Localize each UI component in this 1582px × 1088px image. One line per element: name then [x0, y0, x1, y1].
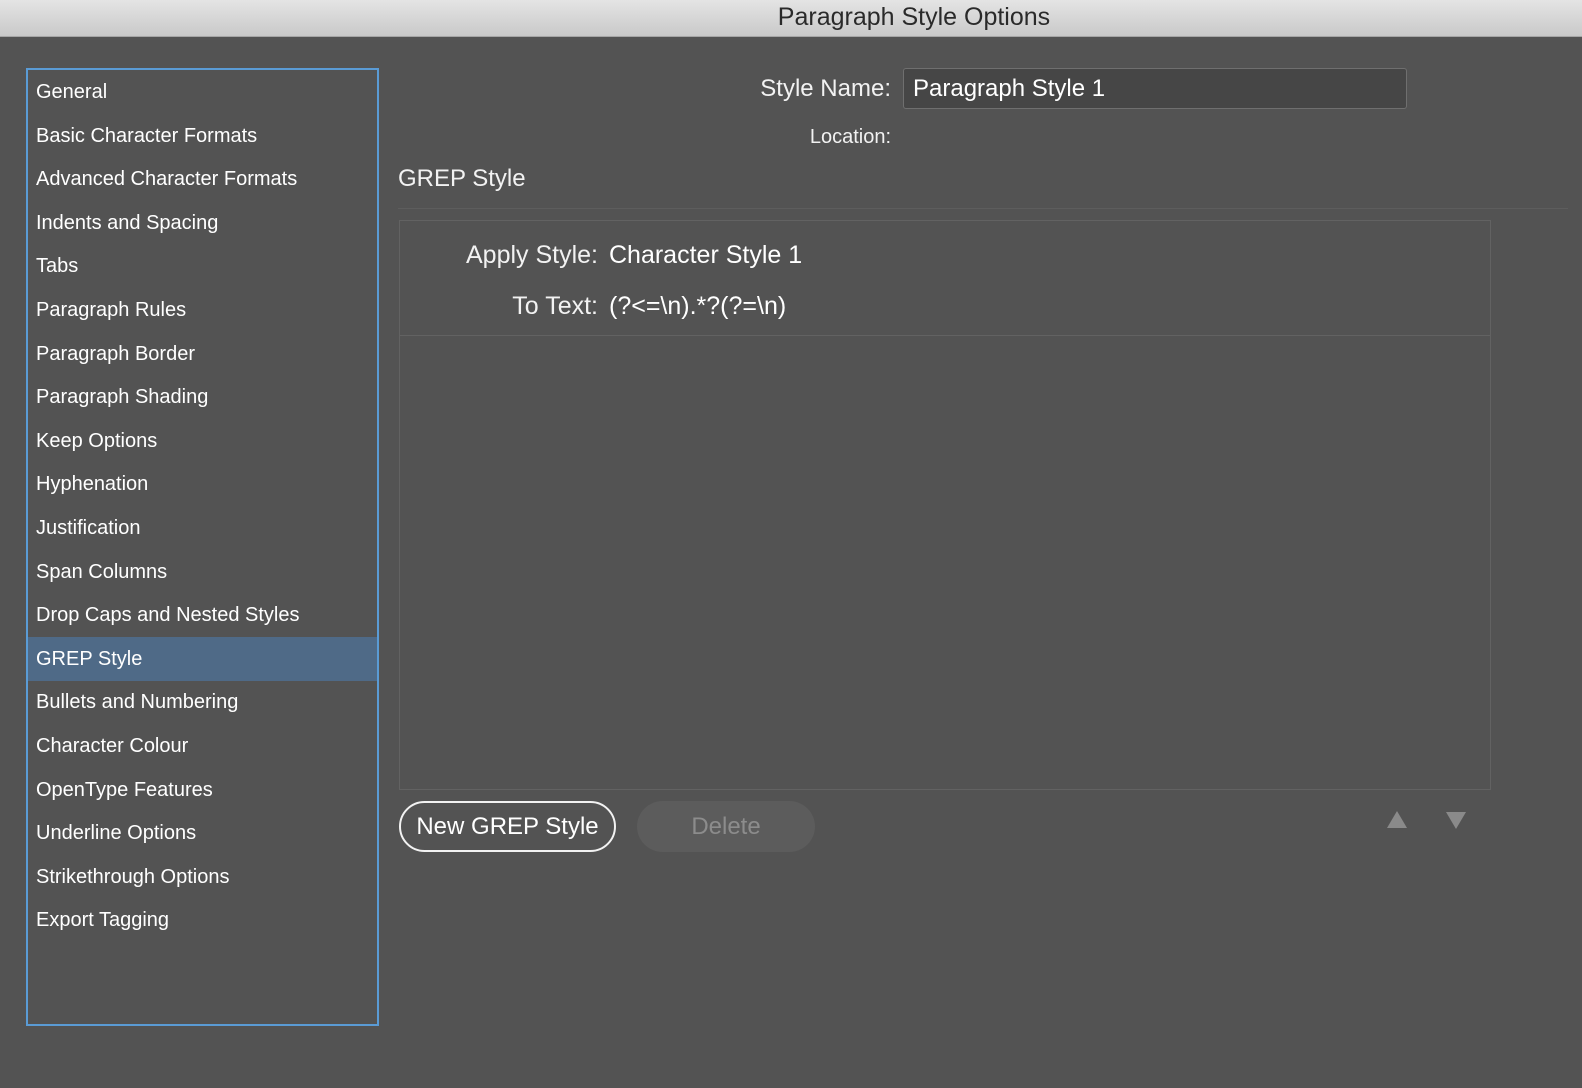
sidebar-item-basic-character-formats[interactable]: Basic Character Formats — [28, 114, 377, 158]
sidebar-item-tabs[interactable]: Tabs — [28, 244, 377, 288]
sidebar-item-paragraph-shading[interactable]: Paragraph Shading — [28, 375, 377, 419]
sidebar-item-grep-style[interactable]: GREP Style — [28, 637, 377, 681]
category-list[interactable]: General Basic Character Formats Advanced… — [26, 68, 379, 1026]
apply-style-value[interactable]: Character Style 1 — [609, 238, 802, 272]
apply-style-label: Apply Style: — [465, 241, 598, 269]
to-text-label: To Text: — [512, 292, 598, 320]
sidebar-item-paragraph-rules[interactable]: Paragraph Rules — [28, 288, 377, 332]
sidebar-item-export-tagging[interactable]: Export Tagging — [28, 898, 377, 942]
new-grep-style-button[interactable]: New GREP Style — [399, 801, 616, 852]
delete-button[interactable]: Delete — [637, 801, 815, 852]
triangle-up-icon[interactable] — [1384, 809, 1410, 831]
sidebar-item-span-columns[interactable]: Span Columns — [28, 550, 377, 594]
sidebar-item-justification[interactable]: Justification — [28, 506, 377, 550]
section-divider — [398, 208, 1568, 209]
sidebar-item-advanced-character-formats[interactable]: Advanced Character Formats — [28, 157, 377, 201]
sidebar-item-hyphenation[interactable]: Hyphenation — [28, 462, 377, 506]
to-text-value[interactable]: (?<=\n).*?(?=\n) — [609, 289, 786, 323]
sidebar-item-paragraph-border[interactable]: Paragraph Border — [28, 332, 377, 376]
section-title: GREP Style — [398, 165, 526, 192]
sidebar-item-indents-and-spacing[interactable]: Indents and Spacing — [28, 201, 377, 245]
window-titlebar: Paragraph Style Options — [0, 0, 1582, 37]
sidebar-item-opentype-features[interactable]: OpenType Features — [28, 768, 377, 812]
sidebar-item-strikethrough-options[interactable]: Strikethrough Options — [28, 855, 377, 899]
sidebar-item-character-colour[interactable]: Character Colour — [28, 724, 377, 768]
grep-style-list[interactable]: Apply Style: Character Style 1 To Text: … — [399, 220, 1491, 790]
sidebar-item-bullets-and-numbering[interactable]: Bullets and Numbering — [28, 680, 377, 724]
sidebar-item-drop-caps-and-nested-styles[interactable]: Drop Caps and Nested Styles — [28, 593, 377, 637]
style-name-input[interactable] — [903, 68, 1407, 109]
sidebar-item-general[interactable]: General — [28, 70, 377, 114]
style-name-label: Style Name: — [760, 75, 891, 102]
sidebar-item-underline-options[interactable]: Underline Options — [28, 811, 377, 855]
grep-style-entry[interactable]: Apply Style: Character Style 1 To Text: … — [400, 221, 1490, 336]
triangle-down-icon[interactable] — [1443, 809, 1469, 831]
window-title: Paragraph Style Options — [777, 3, 1051, 31]
sidebar-item-keep-options[interactable]: Keep Options — [28, 419, 377, 463]
location-label: Location: — [809, 126, 891, 148]
